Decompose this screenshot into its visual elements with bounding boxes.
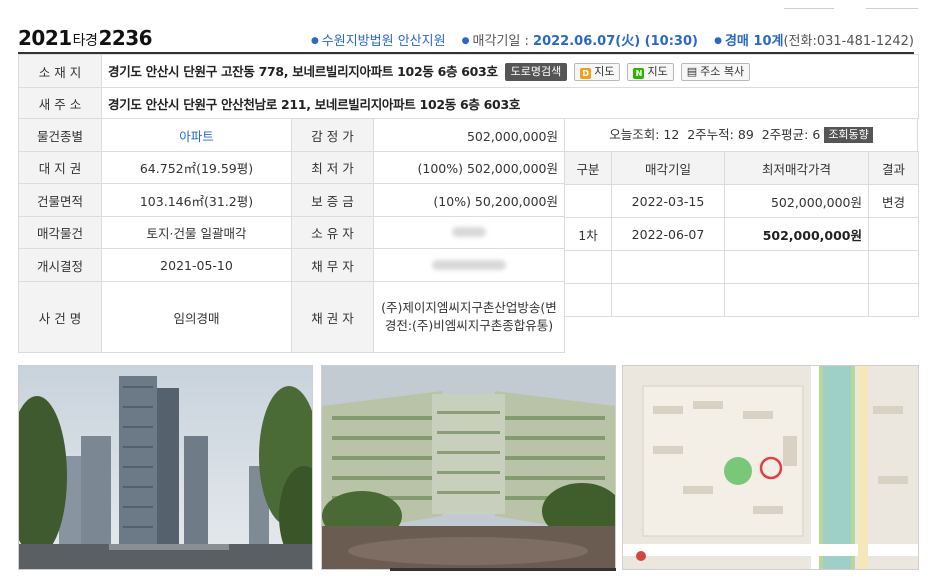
history-price: 502,000,000원 — [724, 217, 869, 251]
map-image — [623, 366, 918, 569]
redacted-text — [432, 259, 506, 270]
sale-item-value: 토지·건물 일괄매각 — [101, 216, 292, 249]
sale-item-label: 매각물건 — [18, 216, 102, 249]
table-row — [564, 250, 919, 284]
view-trend-button[interactable]: 조회동향 — [824, 127, 873, 143]
address-table: 소 재 지 경기도 안산시 단원구 고잔동 778, 보네르빌리지아파트 102… — [18, 54, 919, 119]
debtor-label: 채 무 자 — [291, 248, 374, 282]
case-header: 2021타경2236 ● 수원지방법원 안산지원 ● 매각기일 : 2022.06.… — [18, 26, 914, 54]
history-date: 2022-03-15 — [611, 184, 725, 218]
location-cell: 경기도 안산시 단원구 고잔동 778, 보네르빌리지아파트 102동 6층 6… — [101, 54, 919, 88]
view-stats-text: 오늘조회: 12 2주누적: 89 2주평균: 6 — [609, 127, 821, 142]
road-search-button[interactable]: 도로명검색 — [504, 63, 568, 81]
street-view-image — [19, 366, 312, 569]
appraisal-value: 502,000,000원 — [373, 118, 565, 152]
owner-value-redacted — [373, 216, 565, 249]
case-meta: ● 수원지방법원 안산지원 ● 매각기일 : 2022.06.07(火) (10:3… — [311, 30, 914, 49]
copy-address-button[interactable]: ▤ 주소 복사 — [680, 63, 751, 81]
location-address: 경기도 안산시 단원구 고잔동 778, 보네르빌리지아파트 102동 6층 6… — [108, 64, 498, 79]
history-header-date: 매각기일 — [611, 151, 725, 185]
history-header-result: 결과 — [868, 151, 919, 185]
case-name-label: 사 건 명 — [18, 281, 102, 353]
new-address: 경기도 안산시 단원구 안산천남로 211, 보네르빌리지아파트 102동 6층… — [108, 96, 521, 112]
sale-date: 2022.06.07(火) (10:30) — [533, 34, 698, 49]
location-label: 소 재 지 — [18, 54, 102, 88]
sale-date-label: 매각기일 : — [472, 34, 529, 49]
bullet-icon: ● — [310, 36, 319, 46]
case-number: 2021타경2236 — [18, 26, 153, 50]
type-label: 물건종별 — [18, 118, 102, 152]
photo-courtyard[interactable] — [321, 365, 616, 570]
dept-phone: (전화:031-481-1242) — [783, 34, 914, 49]
property-type: 아파트 — [101, 118, 292, 152]
creditor-label: 채 권 자 — [291, 281, 374, 353]
gallery-scrollbar[interactable] — [390, 568, 616, 571]
redacted-text — [452, 227, 486, 237]
map-provider-icon: D — [580, 68, 592, 79]
history-price: 502,000,000원 — [724, 184, 869, 218]
court-name[interactable]: 수원지방법원 안산지원 — [322, 34, 446, 49]
land-label: 대 지 권 — [18, 151, 102, 184]
history-round: 1차 — [564, 217, 612, 251]
history-result — [868, 217, 919, 251]
history-round — [564, 184, 612, 218]
new-address-label: 새 주 소 — [18, 87, 102, 119]
photo-map[interactable] — [622, 365, 919, 570]
start-label: 개시결정 — [18, 248, 102, 282]
deposit-value: (10%) 50,200,000원 — [373, 183, 565, 217]
sale-history-table: 구분 매각기일 최저매각가격 결과 2022-03-15 502,000,000… — [564, 151, 919, 317]
table-row: 1차 2022-06-07 502,000,000원 — [564, 217, 919, 251]
appraisal-label: 감 정 가 — [291, 118, 374, 152]
debtor-value-redacted — [373, 248, 565, 282]
owner-label: 소 유 자 — [291, 216, 374, 249]
copy-address-label: 주소 복사 — [700, 65, 745, 78]
deposit-label: 보 증 금 — [291, 183, 374, 217]
naver-icon: N — [633, 68, 645, 79]
detail-table: 물건종별 아파트 감 정 가 502,000,000원 대 지 권 64.752… — [18, 118, 565, 353]
bullet-icon: ● — [714, 36, 722, 46]
history-header-price: 최저매각가격 — [724, 151, 869, 185]
copy-icon: ▤ — [686, 65, 698, 78]
case-no: 2236 — [98, 26, 153, 50]
property-info: 소 재 지 경기도 안산시 단원구 고잔동 778, 보네르빌리지아파트 102… — [18, 54, 919, 353]
start-value: 2021-05-10 — [101, 248, 292, 282]
history-date: 2022-06-07 — [611, 217, 725, 251]
bullet-icon: ● — [461, 36, 470, 46]
building-value: 103.146㎡(31.2평) — [101, 183, 292, 217]
top-divider-right — [866, 8, 918, 9]
map-button-1[interactable]: D 지도 — [574, 63, 621, 81]
land-value: 64.752㎡(19.59평) — [101, 151, 292, 184]
min-price-value: (100%) 502,000,000원 — [373, 151, 565, 184]
history-header-round: 구분 — [564, 151, 612, 185]
map-button-1-label: 지도 — [594, 65, 615, 78]
building-label: 건물면적 — [18, 183, 102, 217]
table-row — [564, 283, 919, 317]
top-divider-left — [784, 8, 834, 9]
case-name-value: 임의경매 — [101, 281, 292, 353]
view-stats: 오늘조회: 12 2주누적: 89 2주평균: 6 조회동향 — [564, 118, 918, 152]
map-button-2[interactable]: N 지도 — [627, 63, 674, 81]
table-row: 2022-03-15 502,000,000원 변경 — [564, 184, 919, 218]
history-result: 변경 — [868, 184, 919, 218]
min-price-label: 최 저 가 — [291, 151, 374, 184]
case-year: 2021 — [18, 26, 72, 50]
dept: 경매 10계 — [724, 34, 784, 49]
map-button-2-label: 지도 — [647, 65, 668, 78]
creditor-value: (주)제이지엠씨지구촌산업방송(변경전:(주)비엠씨지구촌종합유통) — [373, 281, 565, 353]
courtyard-image — [322, 366, 615, 569]
photo-street-view[interactable] — [18, 365, 313, 570]
case-type: 타경 — [72, 33, 98, 49]
